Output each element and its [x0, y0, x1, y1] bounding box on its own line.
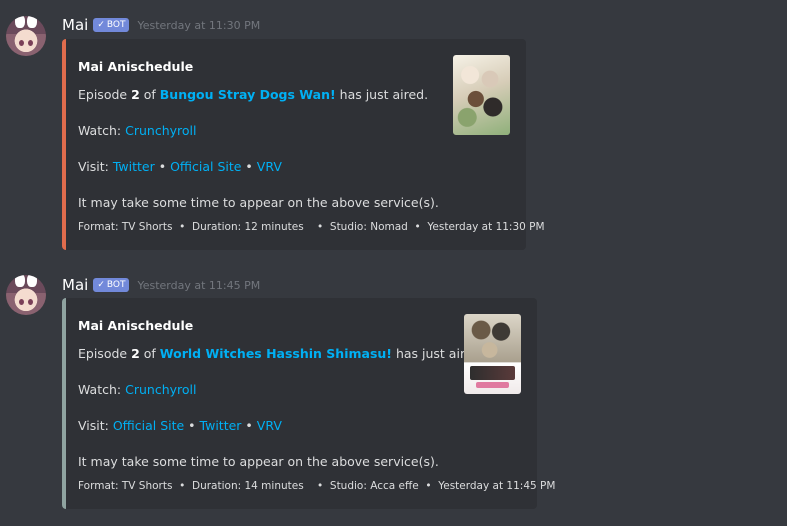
episode-number: 2: [131, 346, 140, 361]
anime-poster-thumbnail[interactable]: [453, 55, 510, 135]
visit-line: Visit: Twitter • Official Site • VRV: [78, 159, 282, 174]
embed-author: Mai Anischedule: [78, 59, 194, 74]
visit-link-official-site[interactable]: Official Site: [170, 159, 241, 174]
timestamp[interactable]: Yesterday at 11:45 PM: [137, 279, 260, 292]
visit-link-official-site[interactable]: Official Site: [113, 418, 184, 433]
username[interactable]: Mai: [62, 276, 88, 294]
anime-poster-thumbnail[interactable]: [464, 314, 521, 394]
availability-note: It may take some time to appear on the a…: [78, 454, 439, 469]
episode-line: Episode 2 of Bungou Stray Dogs Wan! has …: [78, 87, 429, 102]
visit-link-vrv[interactable]: VRV: [257, 159, 282, 174]
visit-link-vrv[interactable]: VRV: [257, 418, 282, 433]
avatar[interactable]: [6, 16, 46, 56]
embed: Mai Anischedule Episode 2 of World Witch…: [62, 298, 555, 509]
anime-title-link[interactable]: World Witches Hasshin Shimasu!: [160, 346, 392, 361]
visit-line: Visit: Official Site • Twitter • VRV: [78, 418, 282, 433]
message-header: Mai ✓ BOT Yesterday at 11:30 PM: [62, 15, 260, 35]
checkmark-icon: ✓: [97, 280, 105, 290]
checkmark-icon: ✓: [97, 20, 105, 30]
username[interactable]: Mai: [62, 16, 88, 34]
message-header: Mai ✓ BOT Yesterday at 11:45 PM: [62, 275, 260, 295]
avatar[interactable]: [6, 275, 46, 315]
watch-line: Watch: Crunchyroll: [78, 123, 197, 138]
availability-note: It may take some time to appear on the a…: [78, 195, 439, 210]
embed-footer: Format: TV Shorts • Duration: 14 minutes…: [78, 480, 556, 492]
embed-author: Mai Anischedule: [78, 318, 194, 333]
bot-tag: ✓ BOT: [93, 278, 130, 292]
visit-link-twitter[interactable]: Twitter: [200, 418, 242, 433]
embed-footer: Format: TV Shorts • Duration: 12 minutes…: [78, 221, 545, 233]
watch-link-crunchyroll[interactable]: Crunchyroll: [125, 382, 196, 397]
embed: Mai Anischedule Episode 2 of Bungou Stra…: [62, 39, 545, 250]
timestamp[interactable]: Yesterday at 11:30 PM: [137, 19, 260, 32]
watch-line: Watch: Crunchyroll: [78, 382, 197, 397]
visit-link-twitter[interactable]: Twitter: [113, 159, 155, 174]
watch-link-crunchyroll[interactable]: Crunchyroll: [125, 123, 196, 138]
bot-label: BOT: [106, 20, 126, 30]
episode-line: Episode 2 of World Witches Hasshin Shima…: [78, 346, 485, 361]
bot-label: BOT: [106, 280, 126, 290]
episode-number: 2: [131, 87, 140, 102]
anime-title-link[interactable]: Bungou Stray Dogs Wan!: [160, 87, 336, 102]
bot-tag: ✓ BOT: [93, 18, 130, 32]
